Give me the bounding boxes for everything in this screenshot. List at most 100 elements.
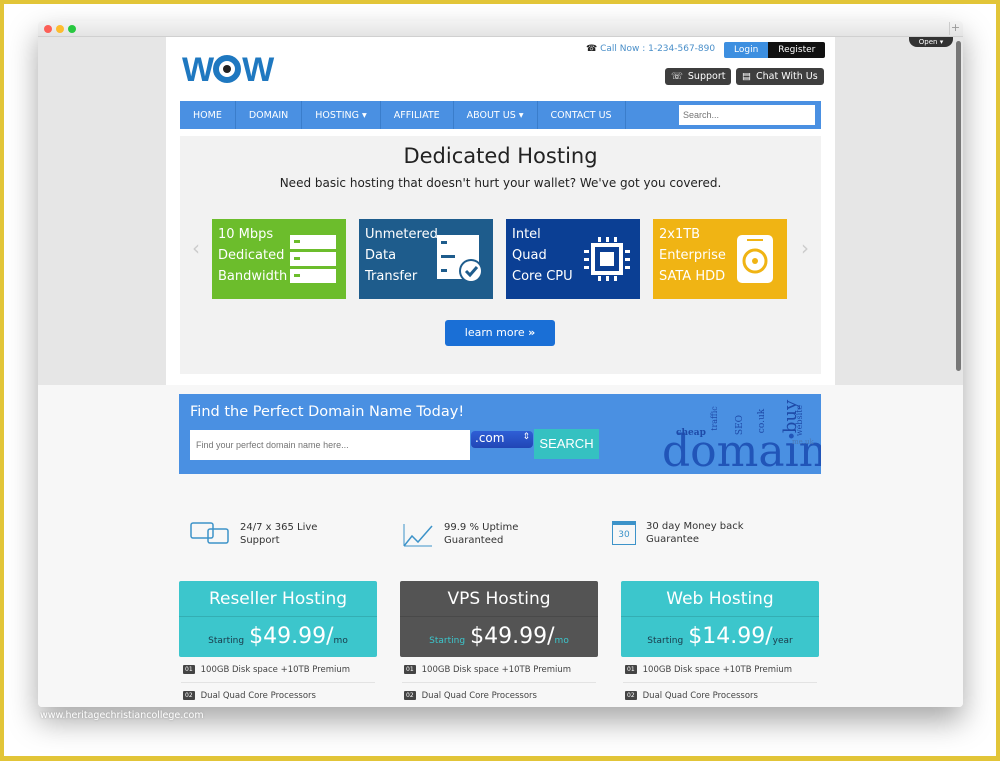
browser-viewport: Open ▾ WW ☎ Call Now : 1-234-567-890 Log… <box>38 37 963 707</box>
support-label: Support <box>687 71 726 82</box>
plan-starting: Starting <box>208 636 245 646</box>
plan-title: Web Hosting <box>621 581 819 617</box>
logo-eye-icon <box>213 55 242 83</box>
feature-number-badge: 01 <box>404 665 416 674</box>
uptime-chart-icon <box>403 524 433 547</box>
feature-text: Dual Quad Core Processors <box>642 690 758 701</box>
feature-text: 100GB Disk space +10TB Premium <box>200 664 351 675</box>
tld-value: .com <box>475 431 505 445</box>
support-button[interactable]: ☏ Support <box>665 68 732 85</box>
plan-price-row: Starting $49.99/mo <box>179 617 377 657</box>
feature-uptime: 99.9 % Uptime Guaranteed <box>402 520 518 548</box>
feature-text: Dual Quad Core Processors <box>200 690 316 701</box>
nav-home[interactable]: HOME <box>180 101 236 129</box>
feature-number-badge: 02 <box>625 691 637 700</box>
plan-period: year <box>772 636 793 646</box>
close-window-button[interactable] <box>44 25 52 33</box>
plan-feature: 02 Dual Quad Core Processors <box>623 683 817 707</box>
plan-period: mo <box>554 636 569 646</box>
chat-button[interactable]: ▤ Chat With Us <box>736 68 824 85</box>
logo[interactable]: WW <box>182 51 274 90</box>
plan-feature: 02 Dual Quad Core Processors <box>402 683 596 707</box>
new-tab-button[interactable]: + <box>949 22 961 35</box>
learn-more-label: learn more <box>464 326 525 339</box>
plan-price: $49.99/ <box>249 624 334 649</box>
feature-money-back: 30 30 day Money back Guarantee <box>612 520 744 546</box>
watermark: www.heritagechristiancollege.com <box>40 710 204 721</box>
server-stack-icon <box>290 235 336 283</box>
plan-reseller: Reseller Hosting Starting $49.99/mo 01 10… <box>179 581 377 707</box>
cpu-chip-icon <box>584 237 630 281</box>
chat-label: Chat With Us <box>755 71 818 82</box>
plan-header[interactable]: VPS Hosting Starting $49.99/mo <box>400 581 598 657</box>
chat-icon: ▤ <box>742 71 751 82</box>
slider-prev-icon[interactable]: ‹ <box>192 236 200 260</box>
plan-vps: VPS Hosting Starting $49.99/mo 01 100GB D… <box>400 581 598 707</box>
feature-number-badge: 01 <box>183 665 195 674</box>
register-button[interactable]: Register <box>768 42 826 58</box>
plan-period: mo <box>333 636 348 646</box>
plan-title: Reseller Hosting <box>179 581 377 617</box>
cloud-word: SEO <box>735 414 746 436</box>
feature-live-support: 24/7 x 365 Live Support <box>190 520 317 548</box>
plan-feature: 01 100GB Disk space +10TB Premium <box>181 657 375 683</box>
learn-more-button[interactable]: learn more » <box>445 320 555 346</box>
feature-line1: 99.9 % Uptime <box>444 522 519 533</box>
feature-card-bandwidth[interactable]: 10 Mbps Dedicated Bandwidth <box>212 219 346 299</box>
main-nav: HOME DOMAIN HOSTING ▾ AFFILIATE ABOUT US… <box>180 101 821 129</box>
feature-text: 100GB Disk space +10TB Premium <box>642 664 793 675</box>
feature-line2: Guaranteed <box>444 535 504 546</box>
calendar-icon: 30 <box>612 521 636 545</box>
nav-about-us[interactable]: ABOUT US ▾ <box>454 101 538 129</box>
feature-card-hdd[interactable]: 2x1TB Enterprise SATA HDD <box>653 219 787 299</box>
plan-header[interactable]: Reseller Hosting Starting $49.99/mo <box>179 581 377 657</box>
tld-select[interactable]: .com ⇕ <box>471 431 533 448</box>
minimize-window-button[interactable] <box>56 25 64 33</box>
nav-hosting[interactable]: HOSTING ▾ <box>302 101 381 129</box>
plan-feature: 01 100GB Disk space +10TB Premium <box>623 657 817 683</box>
plan-price-row: Starting $14.99/year <box>621 617 819 657</box>
select-arrows-icon: ⇕ <box>522 432 530 442</box>
nav-domain[interactable]: DOMAIN <box>236 101 303 129</box>
feature-text: Dual Quad Core Processors <box>421 690 537 701</box>
server-check-icon <box>437 235 483 283</box>
right-gutter: Open ▾ <box>835 37 963 385</box>
feature-number-badge: 02 <box>183 691 195 700</box>
slider-next-icon[interactable]: › <box>801 236 809 260</box>
nav-affiliate[interactable]: AFFILIATE <box>381 101 454 129</box>
plan-price-row: Starting $49.99/mo <box>400 617 598 657</box>
hard-drive-icon <box>737 235 773 283</box>
hero-subtitle: Need basic hosting that doesn't hurt you… <box>279 176 722 190</box>
auth-buttons: Login Register <box>724 42 826 58</box>
feature-line1: 30 day Money back <box>646 521 744 532</box>
login-button[interactable]: Login <box>724 42 769 58</box>
plan-header[interactable]: Web Hosting Starting $14.99/year <box>621 581 819 657</box>
cloud-word: traffic <box>709 406 719 431</box>
calendar-day: 30 <box>618 530 630 540</box>
scrollbar[interactable] <box>956 41 961 371</box>
domain-search-section: Find the Perfect Domain Name Today! .com… <box>179 394 821 474</box>
support-24-icon: ☏ <box>671 71 683 82</box>
nav-contact-us[interactable]: CONTACT US <box>538 101 626 129</box>
plan-web: Web Hosting Starting $14.99/year 01 100GB… <box>621 581 819 707</box>
title-bar: + <box>38 21 963 37</box>
domain-title: Find the Perfect Domain Name Today! <box>190 404 465 420</box>
feature-line2: Support <box>240 535 280 546</box>
nav-search-input[interactable] <box>679 105 815 125</box>
page-top: WW ☎ Call Now : 1-234-567-890 Login Regi… <box>166 37 835 385</box>
open-dropdown-tab[interactable]: Open ▾ <box>909 37 953 47</box>
feature-number-badge: 02 <box>404 691 416 700</box>
cloud-word: co.uk <box>757 408 768 434</box>
domain-search-input[interactable] <box>190 430 470 460</box>
feature-line1: 24/7 x 365 Live <box>240 522 318 533</box>
domain-search-button[interactable]: SEARCH <box>534 429 599 459</box>
plan-starting: Starting <box>429 636 466 646</box>
maximize-window-button[interactable] <box>68 25 76 33</box>
feature-card-data-transfer[interactable]: Unmetered Data Transfer <box>359 219 493 299</box>
feature-card-cpu[interactable]: Intel Quad Core CPU <box>506 219 640 299</box>
call-now-text: Call Now : 1-234-567-890 <box>600 44 716 54</box>
cloud-word: website <box>795 404 805 437</box>
plan-price: $49.99/ <box>470 624 555 649</box>
domain-word-cloud: domain buy website co.uk SEO cheap traff… <box>646 394 821 474</box>
call-now[interactable]: ☎ Call Now : 1-234-567-890 <box>586 44 715 54</box>
